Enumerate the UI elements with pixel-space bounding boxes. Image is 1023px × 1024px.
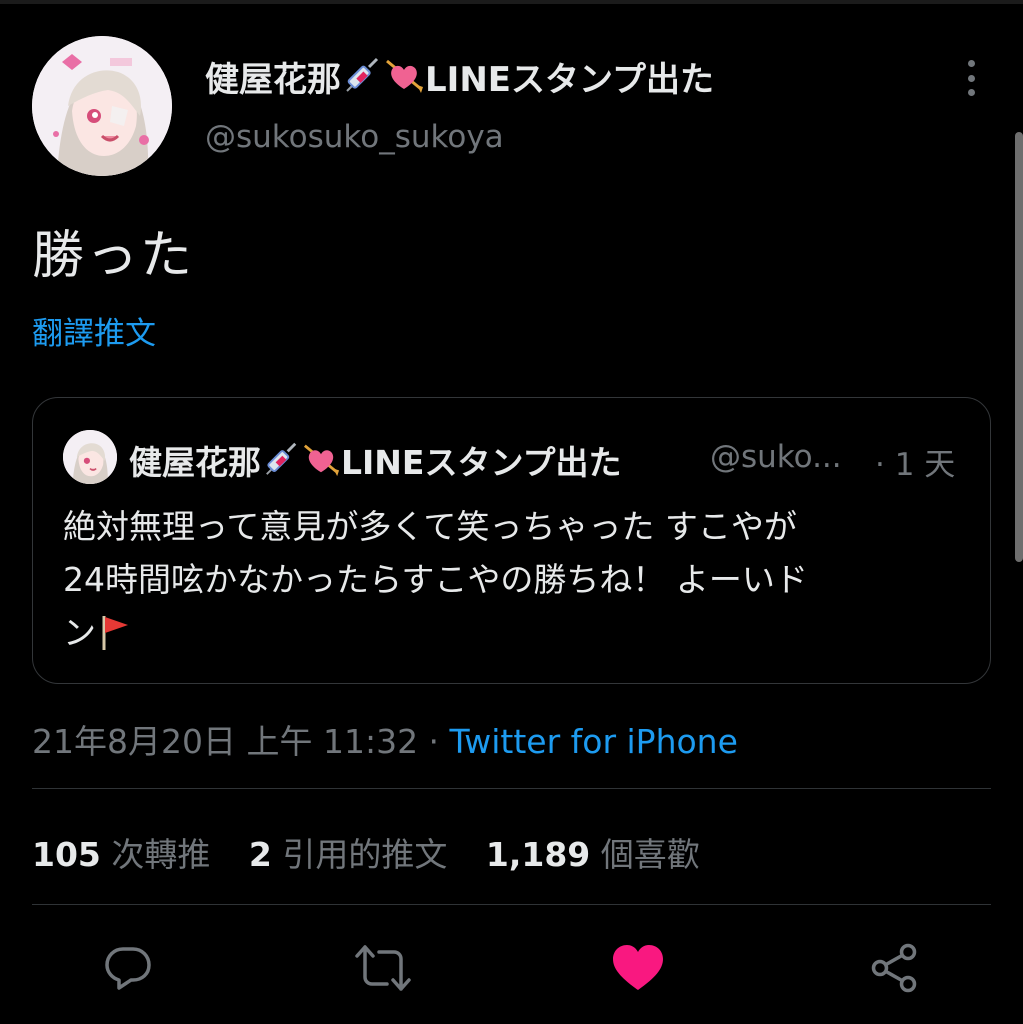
retweets-stat[interactable]: 105 次轉推 bbox=[32, 835, 210, 874]
likes-label: 個喜歡 bbox=[600, 835, 700, 874]
tweet-timestamp[interactable]: 21年8月20日 上午 11:32 bbox=[32, 722, 418, 761]
quotes-stat[interactable]: 2 引用的推文 bbox=[249, 835, 447, 874]
divider bbox=[32, 904, 991, 905]
share-icon bbox=[871, 943, 917, 993]
quoted-author-avatar bbox=[63, 430, 117, 484]
top-divider bbox=[0, 0, 1023, 4]
like-button[interactable] bbox=[608, 938, 668, 998]
retweet-icon bbox=[355, 945, 411, 991]
share-button[interactable] bbox=[864, 938, 924, 998]
author-name-suffix: LINEスタンプ出た bbox=[425, 60, 714, 100]
author-handle[interactable]: @sukosuko_sukoya bbox=[205, 119, 504, 155]
author-name-text: 健屋花那 bbox=[205, 60, 341, 100]
tweet-stats: 105 次轉推 2 引用的推文 1,189 個喜歡 bbox=[32, 828, 728, 876]
author-display-name[interactable]: 健屋花那 LINEスタンプ出た bbox=[205, 52, 714, 101]
scrollbar[interactable] bbox=[1015, 132, 1023, 562]
quoted-body-line: ン bbox=[63, 613, 96, 652]
tweet-detail-page: 健屋花那 LINEスタンプ出た @sukosuko_sukoya 勝った 翻譯推… bbox=[0, 0, 1023, 1024]
heart-arrow-icon bbox=[386, 59, 423, 93]
author-avatar[interactable] bbox=[32, 36, 172, 176]
quoted-name-suffix: LINEスタンプ出た bbox=[341, 443, 622, 482]
retweet-button[interactable] bbox=[353, 938, 413, 998]
likes-stat[interactable]: 1,189 個喜歡 bbox=[486, 835, 700, 874]
more-vertical-icon[interactable] bbox=[956, 56, 986, 100]
quoted-name-text: 健屋花那 bbox=[129, 443, 261, 482]
heart-arrow-icon bbox=[303, 444, 340, 477]
tweet-meta: 21年8月20日 上午 11:32 · Twitter for iPhone bbox=[32, 715, 738, 763]
syringe-icon bbox=[266, 442, 297, 475]
heart-icon bbox=[613, 945, 663, 990]
quotes-label: 引用的推文 bbox=[282, 835, 448, 874]
retweets-count: 105 bbox=[32, 835, 101, 874]
quoted-body-line: 絶対無理って意見が多くて笑っちゃった すこやが bbox=[63, 507, 797, 546]
red-flag-icon bbox=[102, 616, 128, 650]
syringe-icon bbox=[346, 57, 379, 92]
quoted-tweet-card[interactable]: 健屋花那 LINEスタンプ出た @suko... · 1 天 絶対無理って意見が… bbox=[32, 397, 991, 684]
reply-icon bbox=[105, 947, 151, 990]
quoted-author-handle: @suko... bbox=[710, 439, 842, 475]
translate-tweet-link[interactable]: 翻譯推文 bbox=[32, 308, 156, 353]
tweet-text: 勝った bbox=[32, 226, 195, 286]
quoted-tweet-time: · 1 天 bbox=[875, 447, 956, 483]
quoted-author-name: 健屋花那 LINEスタンプ出た bbox=[129, 436, 621, 484]
meta-separator: · bbox=[418, 722, 450, 761]
divider bbox=[32, 788, 991, 789]
reply-button[interactable] bbox=[98, 938, 158, 998]
quotes-count: 2 bbox=[248, 835, 272, 874]
likes-count: 1,189 bbox=[485, 835, 591, 874]
quoted-body-line: 24時間呟かなかったらすこやの勝ちね！ よーいド bbox=[63, 560, 808, 599]
quoted-body-line-last: ン bbox=[63, 606, 963, 659]
retweets-label: 次轉推 bbox=[111, 835, 211, 874]
tweet-source-link[interactable]: Twitter for iPhone bbox=[450, 722, 738, 761]
quoted-tweet-body: 絶対無理って意見が多くて笑っちゃった すこやが 24時間呟かなかったらすこやの勝… bbox=[63, 500, 963, 659]
